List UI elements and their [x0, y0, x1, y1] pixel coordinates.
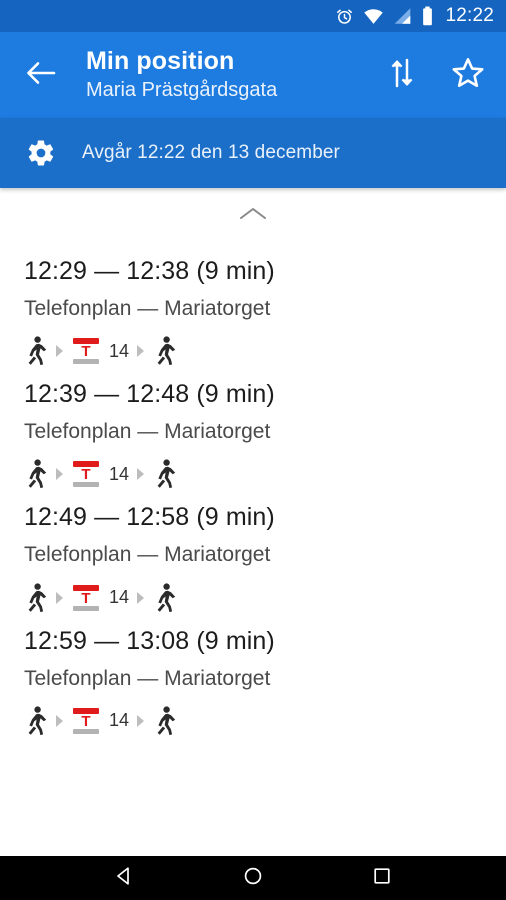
signal-icon [393, 7, 412, 25]
journey-time: 12:29 — 12:38 (9 min) [24, 257, 275, 285]
metro-letter: T [81, 466, 91, 484]
leg-separator-icon [55, 591, 65, 605]
wifi-icon [363, 7, 384, 25]
journey-route: Telefonplan — Mariatorget [24, 420, 271, 444]
metro-t-icon: T [72, 584, 100, 611]
status-bar: 12:22 [0, 0, 506, 32]
metro-bar-bottom [73, 482, 99, 488]
swap-vertical-icon [389, 58, 415, 93]
back-button[interactable] [18, 52, 64, 98]
journey-item[interactable]: 12:39 — 12:48 (9 min) Telefonplan — Mari… [0, 379, 506, 490]
nav-recents-icon [371, 865, 393, 892]
metro-bar-bottom [73, 605, 99, 611]
departure-time-text: Avgår 12:22 den 13 december [82, 142, 340, 163]
collapse-button[interactable] [0, 188, 506, 244]
android-nav-bar [0, 856, 506, 900]
journey-time: 12:49 — 12:58 (9 min) [24, 503, 275, 532]
metro-line-number: 14 [109, 710, 130, 731]
journey-item[interactable]: 12:29 — 12:38 (9 min) Telefonplan — Mari… [0, 256, 506, 367]
walking-person-icon [24, 582, 48, 613]
chevron-up-icon [239, 206, 267, 227]
departure-settings-bar[interactable]: Avgår 12:22 den 13 december [0, 118, 506, 188]
walking-person-icon [24, 706, 48, 736]
journey-legs: T 14 [24, 582, 482, 614]
swap-direction-button[interactable] [382, 55, 422, 95]
metro-t-icon: T [72, 461, 100, 488]
favorite-button[interactable] [448, 55, 488, 95]
leg-separator-icon [136, 591, 146, 605]
alarm-icon [335, 7, 354, 26]
walking-person-icon [153, 706, 177, 736]
app-toolbar: Min position Maria Prästgårdsgata [0, 32, 506, 118]
walking-person-icon [153, 582, 177, 613]
leg-separator-icon [55, 467, 65, 481]
page-title: Min position [86, 46, 235, 75]
nav-back-button[interactable] [102, 856, 146, 900]
back-arrow-icon [26, 60, 56, 91]
leg-separator-icon [136, 467, 146, 481]
metro-letter: T [81, 589, 91, 607]
walking-person-icon [153, 459, 177, 489]
metro-t-icon: T [72, 338, 100, 365]
star-outline-icon [451, 56, 485, 94]
leg-separator-icon [136, 344, 146, 358]
walking-person-icon [24, 336, 48, 366]
title-block: Min position Maria Prästgårdsgata [64, 47, 382, 104]
journey-legs: T 14 [24, 458, 482, 490]
metro-bar-bottom [73, 728, 99, 734]
toolbar-actions [382, 55, 488, 95]
nav-home-button[interactable] [231, 856, 275, 900]
journey-time: 12:39 — 12:48 (9 min) [24, 380, 275, 409]
journey-item[interactable]: 12:49 — 12:58 (9 min) Telefonplan — Mari… [0, 502, 506, 613]
journey-list: 12:29 — 12:38 (9 min) Telefonplan — Mari… [0, 188, 506, 856]
nav-recents-button[interactable] [360, 856, 404, 900]
journey-route: Telefonplan — Mariatorget [24, 543, 271, 567]
page-subtitle: Maria Prästgårdsgata [86, 79, 278, 102]
nav-back-icon [113, 865, 135, 892]
battery-icon [421, 6, 434, 26]
journey-item[interactable]: 12:59 — 13:08 (9 min) Telefonplan — Mari… [0, 626, 506, 737]
leg-separator-icon [55, 714, 65, 728]
metro-t-icon: T [72, 707, 100, 734]
leg-separator-icon [55, 344, 65, 358]
metro-letter: T [81, 712, 91, 730]
metro-letter: T [81, 343, 91, 361]
journey-legs: T 14 [24, 335, 482, 367]
metro-line-number: 14 [109, 340, 130, 361]
gear-icon [22, 134, 60, 172]
leg-separator-icon [136, 714, 146, 728]
nav-home-icon [242, 865, 264, 892]
journey-route: Telefonplan — Mariatorget [24, 297, 271, 320]
metro-line-number: 14 [109, 463, 130, 484]
walking-person-icon [24, 459, 48, 489]
journey-legs: T 14 [24, 705, 482, 737]
journey-route: Telefonplan — Mariatorget [24, 666, 271, 690]
walking-person-icon [153, 336, 177, 366]
app-root: 12:22 Min position Maria Prästgårdsgata [0, 0, 506, 900]
metro-line-number: 14 [109, 587, 130, 608]
status-bar-time: 12:22 [445, 5, 494, 26]
metro-bar-bottom [73, 359, 99, 365]
journey-time: 12:59 — 13:08 (9 min) [24, 626, 275, 655]
